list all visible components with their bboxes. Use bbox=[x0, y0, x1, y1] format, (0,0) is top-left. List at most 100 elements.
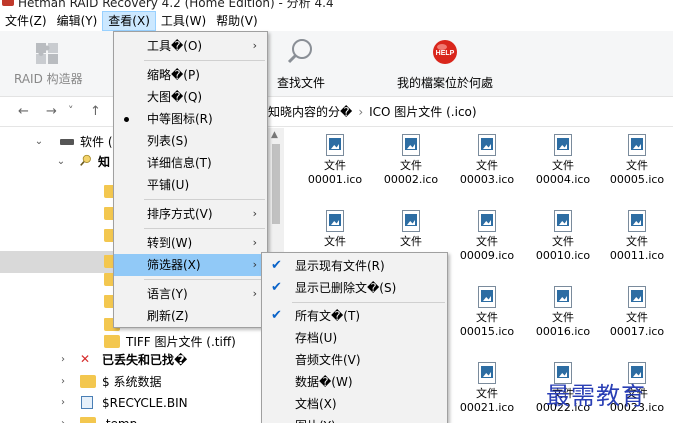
tree-item-temp[interactable]: › .temp bbox=[0, 413, 268, 423]
image-file-icon bbox=[326, 134, 344, 156]
menu-tools[interactable]: 工具(W) bbox=[156, 11, 211, 31]
file-type: 文件 bbox=[525, 235, 601, 249]
menu-item-language[interactable]: 语言(Y)› bbox=[114, 283, 267, 305]
file-item[interactable]: 文件00002.ico bbox=[373, 128, 449, 187]
file-name: 00017.ico bbox=[599, 325, 673, 339]
watermark-text: 最需教育 bbox=[546, 376, 646, 411]
file-type: 文件 bbox=[599, 311, 673, 325]
tree-item-lost[interactable]: › ✕ 已丢失和已找� bbox=[0, 349, 268, 371]
breadcrumb-separator: › bbox=[358, 105, 363, 119]
menu-separator bbox=[144, 279, 265, 280]
deleted-icon: ✕ bbox=[80, 353, 96, 366]
file-name: 00015.ico bbox=[449, 325, 525, 339]
raid-builder-button[interactable]: RAID 构造器 bbox=[14, 39, 83, 87]
menu-item-audio[interactable]: 音频文件(V) bbox=[262, 349, 447, 371]
file-item[interactable]: 文件00010.ico bbox=[525, 204, 601, 263]
window-title: Hetman RAID Recovery 4.2 (Home Edition) … bbox=[18, 0, 334, 10]
back-arrow-icon[interactable]: ← bbox=[18, 104, 29, 119]
view-menu: 工具�(O)› 缩略�(P) 大图�(Q) 中等图标(R) 列表(S) 详细信息… bbox=[113, 31, 268, 328]
drive-icon bbox=[60, 139, 74, 145]
menu-help[interactable]: 帮助(V) bbox=[211, 11, 263, 31]
tree-item-recycle[interactable]: › $RECYCLE.BIN bbox=[0, 392, 268, 414]
breadcrumb: 知晓内容的分� › ICO 图片文件 (.ico) bbox=[268, 97, 477, 127]
menu-item-details[interactable]: 详细信息(T) bbox=[114, 152, 267, 174]
menu-item-medium-icons[interactable]: 中等图标(R) bbox=[114, 108, 267, 130]
chevron-right-icon[interactable]: › bbox=[58, 371, 68, 393]
menu-item-show-deleted[interactable]: ✔显示已删除文�(S) bbox=[262, 277, 447, 299]
menu-item-sort[interactable]: 排序方式(V)› bbox=[114, 203, 267, 225]
chevron-right-icon: › bbox=[253, 232, 257, 254]
menu-item-goto[interactable]: 转到(W)› bbox=[114, 232, 267, 254]
menu-item-tools[interactable]: 工具�(O)› bbox=[114, 35, 267, 57]
up-arrow-icon[interactable]: ↑ bbox=[90, 104, 101, 119]
menu-item-filter[interactable]: 筛选器(X)› bbox=[114, 254, 267, 276]
file-item[interactable]: 文件00001.ico bbox=[297, 128, 373, 187]
file-type: 文件 bbox=[297, 235, 373, 249]
menu-item-documents[interactable]: 文档(X) bbox=[262, 393, 447, 415]
checkmark-icon: ✔ bbox=[271, 305, 282, 327]
scrollbar-thumb[interactable] bbox=[272, 144, 280, 224]
menu-edit[interactable]: 编辑(Y) bbox=[52, 11, 103, 31]
chevron-right-icon: › bbox=[253, 203, 257, 225]
menu-item-thumbnails[interactable]: 缩略�(P) bbox=[114, 64, 267, 86]
checkmark-icon: ✔ bbox=[271, 255, 282, 277]
menu-item-all-files[interactable]: ✔所有文�(T) bbox=[262, 305, 447, 327]
chevron-right-icon[interactable]: › bbox=[58, 413, 68, 423]
file-name: 00011.ico bbox=[599, 249, 673, 263]
folder-icon bbox=[80, 417, 96, 423]
menu-file[interactable]: 文件(Z) bbox=[0, 11, 52, 31]
chevron-down-icon[interactable]: ⌄ bbox=[34, 131, 44, 153]
image-file-icon bbox=[628, 134, 646, 156]
file-item[interactable]: 文件00015.ico bbox=[449, 280, 525, 339]
raid-builder-label: RAID 构造器 bbox=[14, 70, 83, 87]
scroll-up-icon[interactable]: ▲ bbox=[271, 130, 278, 140]
chevron-right-icon: › bbox=[253, 254, 257, 276]
forward-arrow-icon[interactable]: → bbox=[46, 104, 57, 119]
where-file-label: 我的檔案位於何處 bbox=[397, 74, 493, 91]
app-icon bbox=[2, 0, 14, 6]
puzzle-icon bbox=[33, 39, 63, 67]
file-item[interactable]: 文件 bbox=[297, 204, 373, 249]
menu-item-images[interactable]: 图片(Y) bbox=[262, 415, 447, 423]
file-item[interactable]: 文件00004.ico bbox=[525, 128, 601, 187]
file-item[interactable]: 文件00005.ico bbox=[599, 128, 673, 187]
menu-item-list[interactable]: 列表(S) bbox=[114, 130, 267, 152]
title-bar: Hetman RAID Recovery 4.2 (Home Edition) … bbox=[0, 0, 673, 10]
file-item[interactable]: 文件00021.ico bbox=[449, 356, 525, 415]
folder-icon bbox=[104, 335, 120, 348]
file-type: 文件 bbox=[373, 159, 449, 173]
ribbon-toolbar: RAID 构造器 查找文件 HELP 我的檔案位於何處 bbox=[0, 31, 673, 97]
file-item[interactable]: 文件 bbox=[373, 204, 449, 249]
menu-item-data[interactable]: 数据�(W) bbox=[262, 371, 447, 393]
tree-item-label: $RECYCLE.BIN bbox=[102, 392, 188, 414]
chevron-right-icon[interactable]: › bbox=[58, 349, 68, 371]
breadcrumb-current[interactable]: ICO 图片文件 (.ico) bbox=[369, 105, 476, 119]
tree-item-label: 知 bbox=[98, 151, 110, 173]
file-type: 文件 bbox=[373, 235, 449, 249]
menu-item-tiles[interactable]: 平铺(U) bbox=[114, 174, 267, 196]
file-item[interactable]: 文件00003.ico bbox=[449, 128, 525, 187]
where-file-button[interactable]: HELP 我的檔案位於何處 bbox=[397, 37, 493, 91]
tree-item-sysdata[interactable]: › $ 系统数据 bbox=[0, 371, 268, 393]
file-type: 文件 bbox=[599, 235, 673, 249]
breadcrumb-parent[interactable]: 知晓内容的分� bbox=[268, 105, 352, 119]
address-bar: ← → ˅ ↑ 知晓内容的分� › ICO 图片文件 (.ico) bbox=[0, 97, 673, 127]
file-item[interactable]: 文件00011.ico bbox=[599, 204, 673, 263]
chevron-down-icon[interactable]: ⌄ bbox=[56, 151, 66, 173]
file-item[interactable]: 文件00017.ico bbox=[599, 280, 673, 339]
file-item[interactable]: 文件00016.ico bbox=[525, 280, 601, 339]
file-item[interactable]: 文件00009.ico bbox=[449, 204, 525, 263]
chevron-right-icon: › bbox=[253, 283, 257, 305]
history-dropdown-icon[interactable]: ˅ bbox=[68, 104, 74, 117]
help-lifebuoy-icon: HELP bbox=[430, 37, 460, 67]
find-file-button[interactable]: 查找文件 bbox=[277, 37, 325, 91]
image-file-icon bbox=[554, 286, 572, 308]
menu-item-archives[interactable]: 存档(U) bbox=[262, 327, 447, 349]
menu-separator bbox=[144, 60, 265, 61]
menu-view[interactable]: 查看(X) bbox=[102, 11, 156, 31]
menu-item-large-icons[interactable]: 大图�(Q) bbox=[114, 86, 267, 108]
image-file-icon bbox=[326, 210, 344, 232]
chevron-right-icon[interactable]: › bbox=[58, 392, 68, 414]
menu-item-refresh[interactable]: 刷新(Z) bbox=[114, 305, 267, 327]
menu-item-show-existing[interactable]: ✔显示现有文件(R) bbox=[262, 255, 447, 277]
